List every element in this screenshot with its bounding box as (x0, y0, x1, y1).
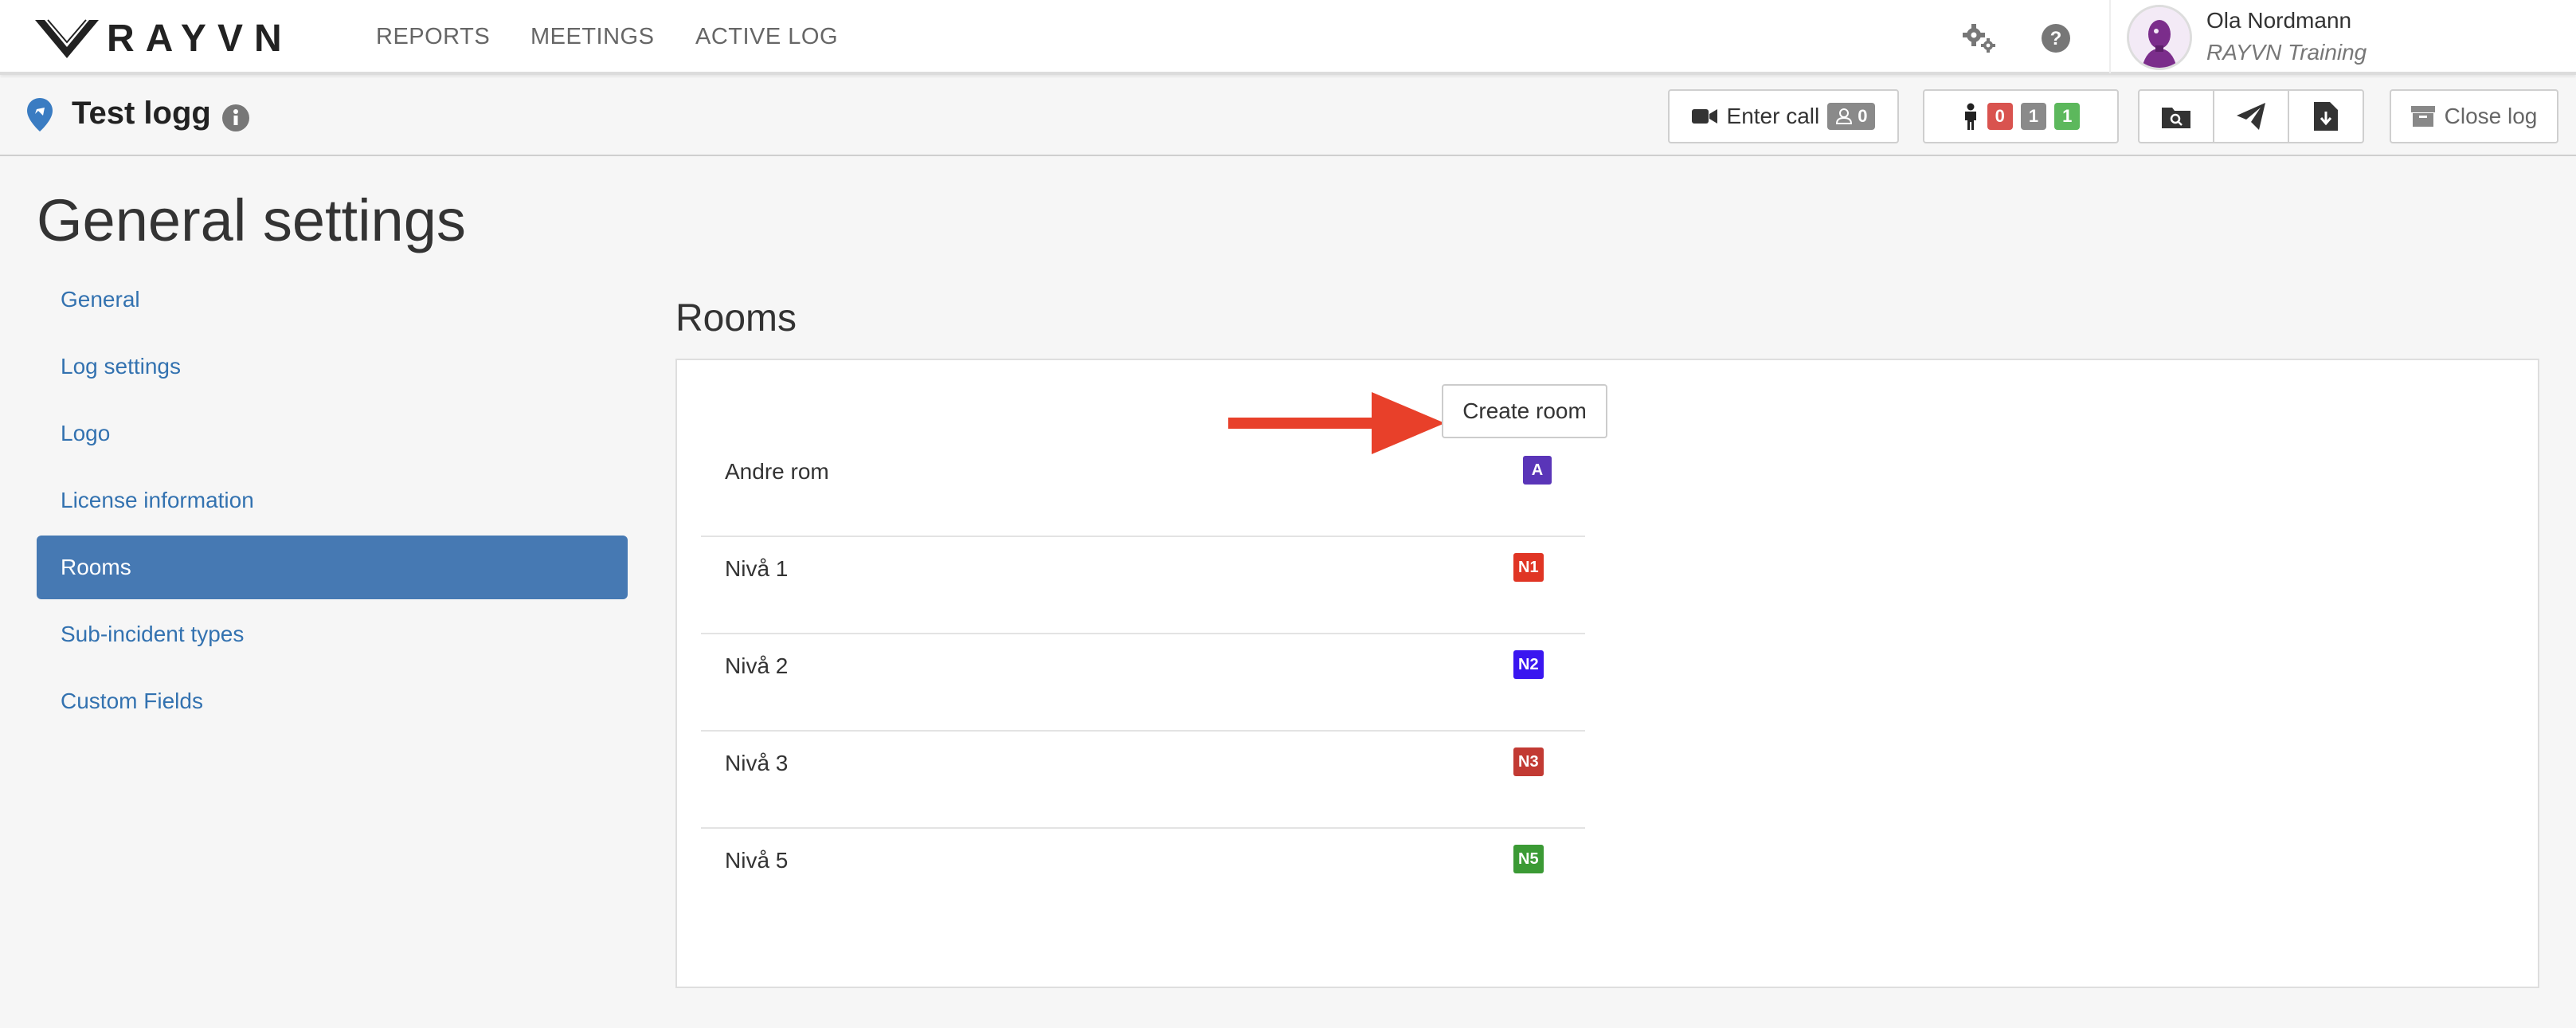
user-avatar[interactable] (2127, 5, 2192, 70)
nav-active-log[interactable]: ACTIVE LOG (695, 24, 838, 50)
call-participants-badge: 0 (1827, 103, 1876, 130)
rayvn-logo[interactable]: RAYVN (33, 14, 293, 62)
location-pin-icon (27, 98, 53, 135)
sidebar-item-rooms[interactable]: Rooms (37, 536, 628, 599)
download-file-button[interactable] (2288, 89, 2364, 143)
sidebar-item-general[interactable]: General (37, 268, 628, 332)
archive-box-icon (2410, 106, 2435, 127)
log-title: Test logg (72, 96, 211, 131)
user-name[interactable]: Ola Nordmann (2206, 8, 2351, 33)
room-code-badge: N2 (1513, 650, 1544, 679)
room-code-badge: A (1523, 456, 1552, 485)
room-name: Nivå 3 (725, 751, 789, 775)
nav-divider (2109, 0, 2111, 73)
create-room-button[interactable]: Create room (1442, 384, 1607, 438)
room-name: Andre rom (725, 459, 829, 484)
list-item[interactable]: Nivå 3 N3 (701, 732, 1585, 829)
help-icon[interactable]: ? (2041, 23, 2071, 57)
status-count-green: 1 (2054, 103, 2081, 130)
room-code-badge: N1 (1513, 553, 1544, 582)
room-code-badge: N3 (1513, 747, 1544, 776)
user-organization[interactable]: RAYVN Training (2206, 40, 2367, 65)
list-item[interactable]: Nivå 5 N5 (701, 829, 1585, 926)
room-name: Nivå 1 (725, 556, 789, 581)
file-download-icon (2314, 102, 2338, 131)
enter-call-label: Enter call (1726, 104, 1820, 128)
participant-status-button[interactable]: 0 1 1 (1923, 89, 2119, 143)
rooms-panel: Create room Andre rom A Nivå 1 N1 Nivå 2… (675, 359, 2539, 988)
person-icon (1964, 103, 1976, 130)
section-title: Rooms (675, 297, 797, 339)
logo-wordmark: RAYVN (107, 17, 293, 60)
settings-sidebar: General Log settings Logo License inform… (37, 268, 628, 736)
close-log-label: Close log (2444, 104, 2538, 128)
nav-reports[interactable]: REPORTS (376, 24, 490, 50)
sidebar-item-log-settings[interactable]: Log settings (37, 335, 628, 398)
room-name: Nivå 5 (725, 848, 789, 873)
list-item[interactable]: Andre rom A (701, 440, 1585, 537)
page-title: General settings (37, 187, 466, 253)
folder-search-icon (2162, 108, 2190, 128)
settings-gears-icon[interactable] (1961, 21, 1998, 58)
sidebar-item-custom-fields[interactable]: Custom Fields (37, 669, 628, 733)
status-count-red: 0 (1987, 103, 2013, 130)
list-item[interactable]: Nivå 1 N1 (701, 537, 1585, 634)
room-name: Nivå 2 (725, 653, 789, 678)
room-code-badge: N5 (1513, 845, 1544, 873)
nav-meetings[interactable]: MEETINGS (530, 24, 654, 50)
paper-plane-icon (2237, 103, 2265, 130)
raven-logo-icon (35, 19, 99, 58)
list-item[interactable]: Nivå 2 N2 (701, 634, 1585, 732)
top-navigation: RAYVN REPORTS MEETINGS ACTIVE LOG ? Ola … (0, 0, 2576, 75)
sidebar-item-logo[interactable]: Logo (37, 402, 628, 465)
enter-call-button[interactable]: Enter call 0 (1668, 89, 1899, 143)
close-log-button[interactable]: Close log (2390, 89, 2558, 143)
room-list: Andre rom A Nivå 1 N1 Nivå 2 N2 Nivå 3 N… (701, 440, 1585, 926)
search-folder-button[interactable] (2138, 89, 2214, 143)
call-count: 0 (1858, 106, 1868, 126)
user-icon (1836, 108, 1853, 124)
sidebar-item-license-information[interactable]: License information (37, 469, 628, 532)
svg-text:?: ? (2050, 28, 2062, 49)
info-icon[interactable] (221, 104, 250, 136)
status-count-gray: 1 (2020, 103, 2047, 130)
log-header: Test logg Enter call 0 0 1 1 Close log (0, 78, 2576, 156)
send-button[interactable] (2213, 89, 2289, 143)
sidebar-item-sub-incident-types[interactable]: Sub-incident types (37, 602, 628, 666)
video-camera-icon (1691, 109, 1717, 124)
